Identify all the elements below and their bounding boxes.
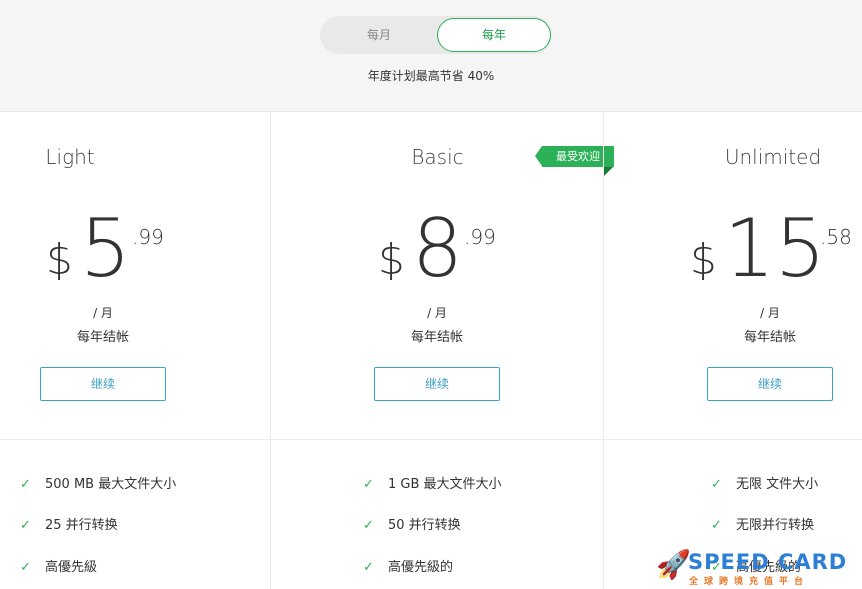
price-cents: .99 [132,225,164,249]
billing-note: 每年结帐 [410,330,463,345]
currency-symbol: $ [690,235,717,284]
plan-card-light: Light $ 5 .99 / 月 每年结帐 继续 [0,112,270,439]
check-icon: ✓ [20,560,31,575]
feature-text: 50 并行转换 [388,518,461,533]
savings-text: 年度计划最高节省 40% [367,69,495,83]
billing-note: 每年结帐 [743,330,796,345]
features-basic: ✓ 1 GB 最大文件大小 ✓ 50 并行转换 ✓ 高優先級的 [270,440,603,589]
price-cents: .99 [464,225,496,249]
check-icon: ✓ [363,560,374,575]
price-whole: 15 [724,202,826,295]
price-period: / 月 [93,306,113,320]
price-period: / 月 [760,306,780,320]
price-cents: .58 [820,225,852,249]
feature-item: ✓ 高優先級的 [363,556,453,576]
feature-text: 无限并行转换 [736,518,815,533]
price-whole: 5 [80,202,131,295]
feature-item: ✓ 500 MB 最大文件大小 [20,473,176,493]
billing-period-toggle[interactable]: 每月 每年 [320,16,552,54]
feature-text: 500 MB 最大文件大小 [45,477,177,492]
feature-item: ✓ 25 并行转换 [20,514,118,534]
price-period: / 月 [427,306,447,320]
check-icon: ✓ [363,477,374,492]
check-icon: ✓ [20,518,31,533]
billing-header: 每月 每年 年度计划最高节省 40% [0,0,862,112]
feature-text: 25 并行转换 [45,518,118,533]
feature-text: 无限 文件大小 [736,477,819,492]
check-icon: ✓ [711,477,722,492]
watermark-subtitle: 全球跨境充值平台 [689,577,810,587]
feature-text: 高優先級的 [388,560,454,575]
feature-text: 高優先級 [45,560,98,575]
plan-card-unlimited: Unlimited $ 15 .58 / 月 每年结帐 继续 [603,112,862,439]
plan-name: Unlimited [724,145,822,169]
rocket-icon: 🚀 [656,548,691,581]
continue-button-light[interactable]: 继续 [40,367,166,401]
speedcard-watermark: 🚀 SPEED CARD 全球跨境充值平台 [656,546,862,589]
billing-note: 每年结帐 [76,330,129,345]
toggle-monthly[interactable]: 每月 [320,16,438,54]
features-light: ✓ 500 MB 最大文件大小 ✓ 25 并行转换 ✓ 高優先級 [0,440,270,589]
price-whole: 8 [412,202,463,295]
currency-symbol: $ [46,235,73,284]
currency-symbol: $ [378,235,405,284]
continue-button-unlimited[interactable]: 继续 [707,367,833,401]
plan-name: Light [45,145,95,169]
continue-button-basic[interactable]: 继续 [374,367,500,401]
feature-item: ✓ 50 并行转换 [363,514,461,534]
feature-text: 1 GB 最大文件大小 [388,477,502,492]
check-icon: ✓ [363,518,374,533]
plan-card-basic: Basic 最受欢迎 $ 8 .99 / 月 每年结帐 继续 [270,112,614,439]
check-icon: ✓ [711,518,722,533]
feature-item: ✓ 无限 文件大小 [711,473,818,493]
check-icon: ✓ [20,477,31,492]
feature-item: ✓ 1 GB 最大文件大小 [363,473,502,493]
feature-item: ✓ 无限并行转换 [711,514,814,534]
watermark-title: SPEED CARD [688,550,848,574]
feature-item: ✓ 高優先級 [20,556,97,576]
toggle-yearly[interactable]: 每年 [437,18,551,52]
